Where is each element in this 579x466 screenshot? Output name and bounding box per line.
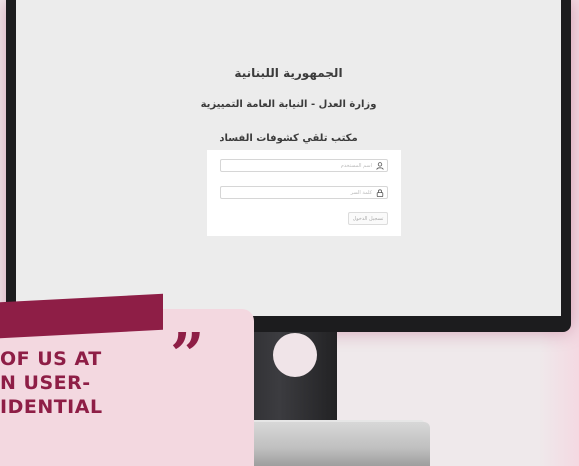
username-field[interactable] [220,159,388,172]
login-form: تسجيل الدخول [207,150,401,236]
stand-cable-hole [273,333,317,377]
ministry-title: وزارة العدل - النيابة العامة التمييزية [200,99,377,110]
office-title: مكتب تلقي كشوفات الفساد [219,133,358,144]
password-field[interactable] [220,186,388,199]
password-input[interactable] [232,189,372,196]
quote-text: OF US AT N USER- IDENTIAL [0,348,103,418]
monitor-screen: الجمهورية اللبنانية وزارة العدل - النياب… [16,0,561,316]
login-page: الجمهورية اللبنانية وزارة العدل - النياب… [16,0,561,316]
login-button[interactable]: تسجيل الدخول [348,212,388,225]
username-input[interactable] [232,162,372,169]
republic-title: الجمهورية اللبنانية [234,66,343,80]
monitor: الجمهورية اللبنانية وزارة العدل - النياب… [6,0,571,332]
lock-icon [375,188,384,197]
user-icon [375,161,384,170]
quote-mark-icon: ” [170,321,205,391]
